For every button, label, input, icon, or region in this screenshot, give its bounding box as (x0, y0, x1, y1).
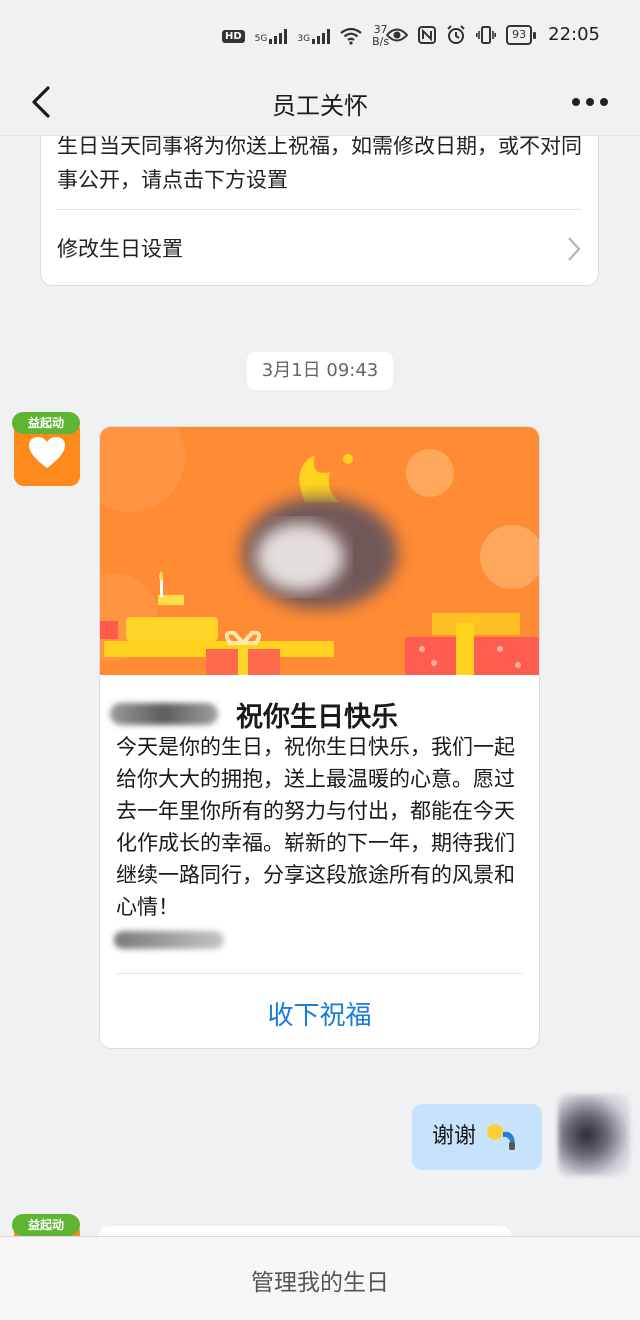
modify-birthday-settings-link[interactable]: 修改生日设置 (57, 233, 183, 263)
manage-my-birthday-button[interactable]: 管理我的生日 (0, 1263, 640, 1297)
dot-icon (572, 98, 580, 106)
hd-indicator: HD (222, 29, 245, 43)
vibrate-icon (476, 25, 497, 44)
message-text: 谢谢 (432, 1124, 477, 1149)
eye-icon (386, 28, 409, 41)
nfc-icon (418, 25, 437, 44)
signal-3g-icon: 3G (297, 28, 331, 44)
bottom-bar: 管理我的生日 (0, 1236, 640, 1320)
heart-icon (29, 437, 65, 468)
my-message-bubble[interactable]: 谢谢 (412, 1104, 542, 1170)
status-time: 22:05 (548, 24, 600, 45)
more-options-button[interactable] (572, 98, 608, 108)
battery-icon: 93 (506, 24, 537, 45)
page-title: 员工关怀 (272, 92, 368, 120)
card-body: 今天是你的生日，祝你生日快乐，我们一起给你大大的拥抱，送上最温暖的心意。愿过去一… (116, 735, 515, 919)
settings-description: 生日当天同事将为你送上祝福，如需修改日期，或不对同事公开，请点击下方设置 (57, 134, 582, 192)
dot-icon (600, 98, 608, 106)
my-avatar[interactable] (558, 1094, 630, 1176)
bot-avatar[interactable]: 益起动 (12, 412, 80, 486)
dot-icon (586, 98, 594, 106)
status-bar: HD 5G 3G 37 B/s 93 22:05 (0, 0, 640, 70)
card-title: 祝你生日快乐 (236, 702, 398, 733)
accept-blessing-button[interactable]: 收下祝福 (100, 995, 539, 1032)
card-divider (116, 973, 523, 974)
bot-tag: 益起动 (12, 1214, 80, 1236)
bot-tag: 益起动 (12, 412, 80, 434)
birthday-greeting-card: 祝你生日快乐 今天是你的生日，祝你生日快乐，我们一起给你大大的拥抱，送上最温暖的… (99, 426, 540, 1049)
message-timestamp: 3月1日 09:43 (247, 352, 393, 390)
bow-emoji-icon (487, 1124, 516, 1150)
recipient-name-redacted (110, 703, 218, 725)
chevron-right-icon[interactable] (566, 235, 582, 263)
alarm-icon (447, 24, 465, 44)
divider (57, 209, 582, 210)
bot-avatar-2[interactable]: 益起动 (12, 1214, 80, 1236)
nav-header: 员工关怀 (0, 70, 640, 136)
birthday-banner-image (100, 427, 539, 675)
sender-signature-redacted (114, 931, 224, 949)
signal-5g-icon: 5G (255, 28, 288, 44)
wifi-icon (340, 27, 362, 45)
